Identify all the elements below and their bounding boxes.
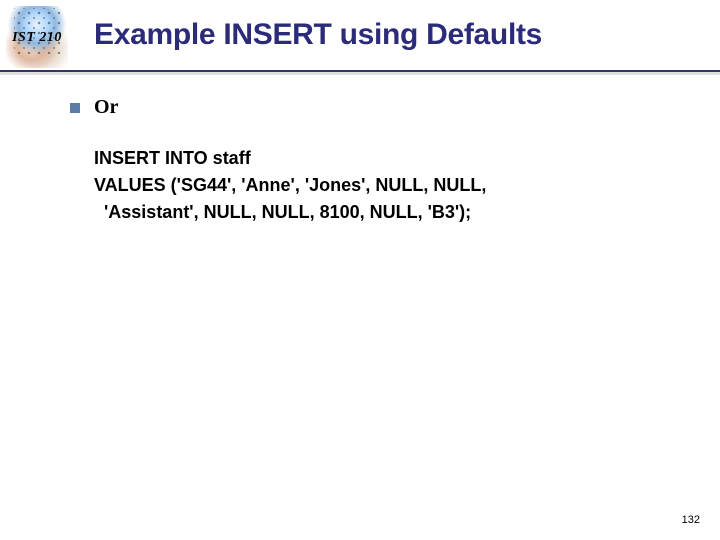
slide-header: IST 210 Example INSERT using Defaults xyxy=(0,0,720,72)
code-line: INSERT INTO staff xyxy=(94,145,680,172)
code-line: VALUES ('SG44', 'Anne', 'Jones', NULL, N… xyxy=(94,172,680,199)
code-line: 'Assistant', NULL, NULL, 8100, NULL, 'B3… xyxy=(94,199,680,226)
page-number: 132 xyxy=(682,514,700,526)
bullet-label: Or xyxy=(94,96,118,119)
square-bullet-icon xyxy=(70,103,80,113)
header-divider xyxy=(0,72,720,75)
bullet-item: Or xyxy=(70,96,680,119)
course-logo: IST 210 xyxy=(6,6,68,68)
slide-title: Example INSERT using Defaults xyxy=(94,18,542,52)
sql-code-block: INSERT INTO staff VALUES ('SG44', 'Anne'… xyxy=(94,145,680,226)
slide-content: Or INSERT INTO staff VALUES ('SG44', 'An… xyxy=(0,72,720,226)
course-code: IST 210 xyxy=(6,30,68,46)
